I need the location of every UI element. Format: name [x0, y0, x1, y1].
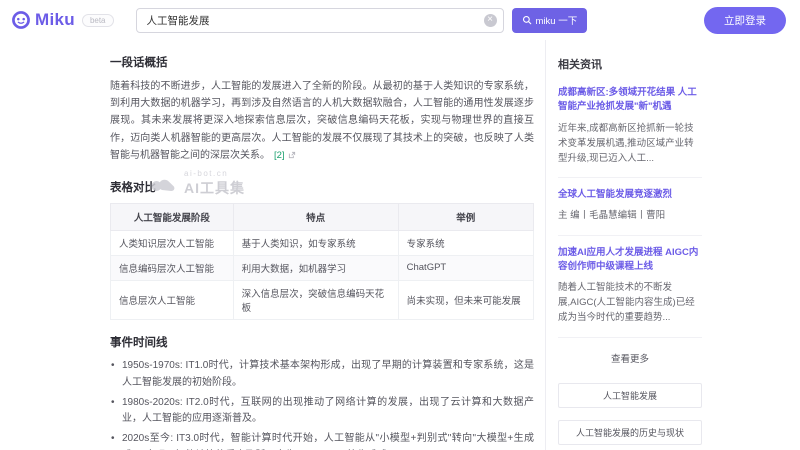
sidebar-title: 相关资讯 [558, 56, 702, 72]
timeline-item-text: 1950s-1970s: IT1.0时代，计算技术基本架构形成，出现了早期的计算… [122, 360, 534, 388]
col-header-example: 举例 [398, 203, 533, 230]
timeline-item-text: 2020s至今: IT3.0时代，智能计算时代开始，人工智能从"小模型+判别式"… [122, 433, 534, 450]
logo-text: Miku [35, 10, 75, 30]
cell-feature: 基于人类知识，如专家系统 [233, 230, 398, 255]
cell-example: 专家系统 [398, 230, 533, 255]
related-searches: 人工智能发展 人工智能发展的历史与现状 人工智能未来发展趋势预测 人工智能发展对… [558, 383, 702, 450]
news-item[interactable]: 成都高新区:多领域开花结果 人工智能产业抢抓发展"新"机遇 近年来,成都高新区抢… [558, 76, 702, 178]
summary-text: 随着科技的不断进步，人工智能的发展进入了全新的阶段。从最初的基于人类知识的专家系… [110, 81, 534, 161]
clear-icon[interactable]: × [484, 14, 497, 27]
timeline-item-text: 1980s-2020s: IT2.0时代，互联网的出现推动了网络计算的发展，出现… [122, 397, 534, 425]
news-title[interactable]: 全球人工智能发展竞逐激烈 [558, 188, 702, 202]
news-title[interactable]: 成都高新区:多领域开花结果 人工智能产业抢抓发展"新"机遇 [558, 86, 702, 115]
cell-feature: 深入信息层次，突破信息编码天花板 [233, 280, 398, 319]
page-content: 一段话概括 随着科技的不断进步，人工智能的发展进入了全新的阶段。从最初的基于人类… [0, 40, 800, 450]
cell-example: ChatGPT [398, 255, 533, 280]
beta-badge: beta [82, 14, 114, 27]
news-title[interactable]: 加速AI应用人才发展进程 AIGC内容创作师中级课程上线 [558, 246, 702, 275]
app-header: Miku beta × miku 一下 立即登录 [0, 0, 800, 40]
external-link-icon[interactable] [288, 148, 296, 165]
summary-paragraph: 随着科技的不断进步，人工智能的发展进入了全新的阶段。从最初的基于人类知识的专家系… [110, 78, 534, 165]
search-bar: × [136, 8, 504, 33]
table-section-title: 表格对比 [110, 179, 534, 195]
view-more-link[interactable]: 查看更多 [558, 338, 702, 367]
col-header-stage: 人工智能发展阶段 [111, 203, 234, 230]
table-row: 信息编码层次人工智能 利用大数据，如机器学习 ChatGPT [111, 255, 534, 280]
news-summary: 近年来,成都高新区抢抓新一轮技术变革发展机遇,推动区域产业转型升级,现已迈入人工… [558, 121, 702, 167]
cell-stage: 信息编码层次人工智能 [111, 255, 234, 280]
related-news-sidebar: 相关资讯 成都高新区:多领域开花结果 人工智能产业抢抓发展"新"机遇 近年来,成… [546, 40, 702, 450]
cell-stage: 人类知识层次人工智能 [111, 230, 234, 255]
table-section-header: 表格对比 ai-bot.cn AI工具集 [110, 179, 534, 195]
watermark-line1: ai-bot.cn [184, 169, 245, 178]
table-row: 信息层次人工智能 深入信息层次，突破信息编码天花板 尚未实现，但未来可能发展 [111, 280, 534, 319]
timeline-list: 1950s-1970s: IT1.0时代，计算技术基本架构形成，出现了早期的计算… [110, 358, 534, 450]
table-row: 人类知识层次人工智能 基于人类知识，如专家系统 专家系统 [111, 230, 534, 255]
col-header-feature: 特点 [233, 203, 398, 230]
search-button[interactable]: miku 一下 [512, 8, 588, 33]
answer-panel: 一段话概括 随着科技的不断进步，人工智能的发展进入了全新的阶段。从最初的基于人类… [110, 40, 534, 450]
news-item[interactable]: 加速AI应用人才发展进程 AIGC内容创作师中级课程上线 随着人工智能技术的不断… [558, 236, 702, 338]
timeline-item: 1950s-1970s: IT1.0时代，计算技术基本架构形成，出现了早期的计算… [110, 358, 534, 392]
login-button[interactable]: 立即登录 [704, 7, 786, 34]
cell-feature: 利用大数据，如机器学习 [233, 255, 398, 280]
miku-logo-icon [12, 11, 30, 29]
news-summary: 随着人工智能技术的不断发展,AIGC(人工智能内容生成)已经成为当今时代的重要趋… [558, 280, 702, 326]
search-icon [522, 15, 532, 25]
cell-stage: 信息层次人工智能 [111, 280, 234, 319]
comparison-table: 人工智能发展阶段 特点 举例 人类知识层次人工智能 基于人类知识，如专家系统 专… [110, 203, 534, 320]
search-input[interactable] [136, 8, 504, 33]
timeline-section-title: 事件时间线 [110, 334, 534, 350]
table-header-row: 人工智能发展阶段 特点 举例 [111, 203, 534, 230]
summary-section-title: 一段话概括 [110, 54, 534, 70]
news-item[interactable]: 全球人工智能发展竞逐激烈 主 编丨毛晶慧编辑丨曹阳 [558, 178, 702, 235]
related-search-button[interactable]: 人工智能发展的历史与现状 [558, 420, 702, 445]
search-button-label: miku 一下 [536, 13, 578, 27]
citation-link-2[interactable]: [2] [274, 150, 285, 161]
timeline-item: 1980s-2020s: IT2.0时代，互联网的出现推动了网络计算的发展，出现… [110, 395, 534, 429]
related-search-button[interactable]: 人工智能发展 [558, 383, 702, 408]
app-logo[interactable]: Miku beta [12, 10, 114, 30]
cell-example: 尚未实现，但未来可能发展 [398, 280, 533, 319]
news-summary: 主 编丨毛晶慧编辑丨曹阳 [558, 208, 702, 223]
timeline-item: 2020s至今: IT3.0时代，智能计算时代开始，人工智能从"小模型+判别式"… [110, 431, 534, 450]
